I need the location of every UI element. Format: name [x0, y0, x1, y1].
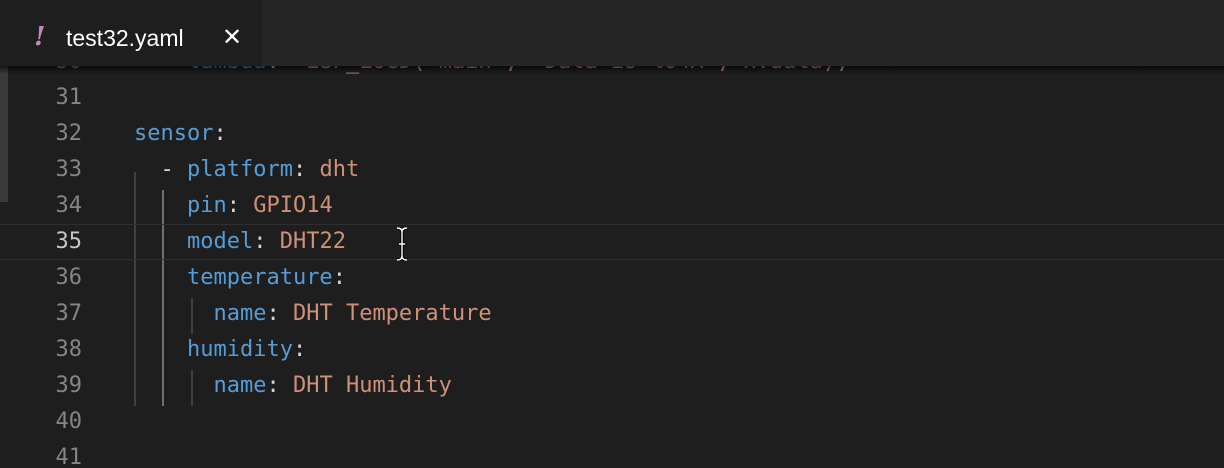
yaml-punctuation: - [160, 157, 187, 182]
code-line[interactable]: 32 sensor: [0, 116, 1224, 152]
code-line[interactable]: 31 [0, 80, 1224, 116]
line-number: 33 [55, 157, 83, 182]
code-text: humidity: [134, 332, 306, 368]
yaml-value: DHT Temperature [292, 301, 492, 326]
yaml-key: temperature [186, 265, 333, 290]
line-number: 32 [55, 121, 83, 146]
tab-test32-yaml[interactable]: ! test32.yaml ✕ [0, 0, 262, 72]
line-number: 34 [55, 193, 83, 218]
code-text: name: DHT Temperature [134, 296, 492, 332]
code-line[interactable]: 33 - platform: dht [0, 152, 1224, 188]
yaml-key: model [186, 229, 254, 254]
line-number: 37 [55, 301, 83, 326]
yaml-key: name [213, 301, 267, 326]
yaml-value: dht [319, 157, 360, 182]
close-icon[interactable]: ✕ [222, 22, 242, 52]
yaml-value: GPIO14 [253, 193, 333, 218]
warning-icon: ! [34, 22, 46, 52]
code-line[interactable]: 37 name: DHT Temperature [0, 296, 1224, 332]
code-line[interactable]: 34 pin: GPIO14 [0, 188, 1224, 224]
line-number: 39 [55, 373, 83, 398]
yaml-value: DHT Humidity [292, 373, 452, 398]
line-number: 35 [55, 229, 83, 254]
text-cursor-icon [396, 227, 408, 261]
yaml-punctuation: : [332, 265, 346, 290]
scroll-shadow [0, 66, 1224, 74]
yaml-key: pin [186, 193, 227, 218]
code-line[interactable]: 35 model: DHT22 [0, 224, 1224, 260]
code-text: - platform: dht [134, 152, 360, 188]
yaml-punctuation: : [266, 301, 293, 326]
editor-window: ! test32.yaml ✕ 30 lambda: 'ESP_LOGD("ma… [0, 0, 1224, 468]
code-text: sensor: [134, 116, 227, 152]
line-number: 38 [55, 337, 83, 362]
yaml-punctuation: : [226, 193, 254, 218]
tab-bar: ! test32.yaml ✕ [0, 0, 1224, 72]
line-number: 31 [55, 85, 83, 110]
yaml-punctuation: : [292, 157, 320, 182]
yaml-punctuation: : [292, 337, 307, 362]
code-line[interactable]: 39 name: DHT Humidity [0, 368, 1224, 404]
yaml-key: sensor [134, 121, 214, 146]
yaml-key: name [213, 373, 267, 398]
tab-title: test32.yaml [66, 25, 184, 51]
code-line[interactable]: 38 humidity: [0, 332, 1224, 368]
yaml-punctuation: : [213, 121, 227, 146]
code-editor[interactable]: 30 lambda: 'ESP_LOGD("main", "Data is %0… [0, 66, 1224, 468]
code-line[interactable]: 36 temperature: [0, 260, 1224, 296]
line-number: 36 [55, 265, 83, 290]
line-number: 40 [55, 409, 83, 434]
code-line[interactable]: 40 [0, 404, 1224, 440]
yaml-punctuation: : [253, 229, 280, 254]
code-text: name: DHT Humidity [134, 368, 452, 404]
code-text: model: DHT22 [134, 224, 346, 260]
yaml-key: humidity [186, 337, 293, 362]
yaml-punctuation: : [266, 373, 293, 398]
code-text: pin: GPIO14 [134, 188, 333, 224]
code-text: temperature: [134, 260, 346, 296]
yaml-value: DHT22 [279, 229, 346, 254]
yaml-key: platform [187, 157, 293, 182]
code-line[interactable]: 41 [0, 440, 1224, 468]
line-number: 41 [55, 445, 83, 468]
